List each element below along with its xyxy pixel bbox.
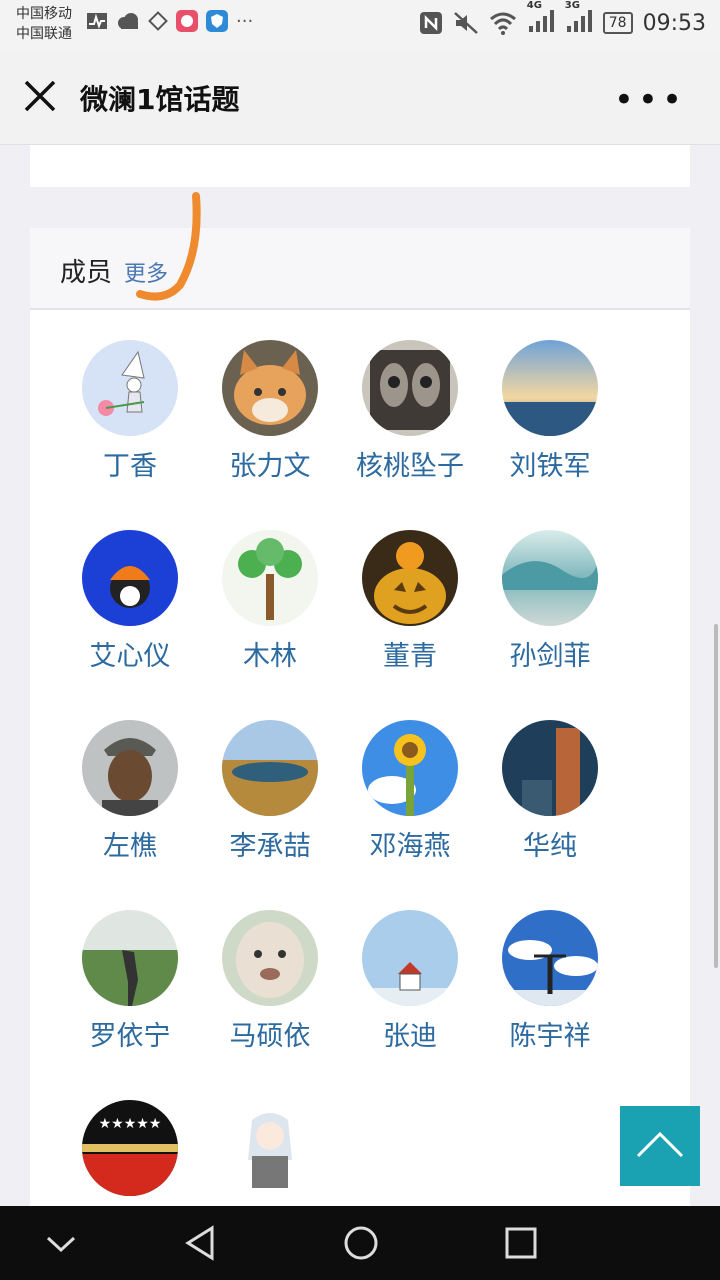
mute-icon: [453, 12, 478, 34]
member-item[interactable]: 董青: [350, 530, 470, 673]
member-name: 罗依宁: [89, 1021, 171, 1052]
signal-icon: [528, 10, 554, 32]
avatar: [82, 340, 178, 436]
signal-4g: 4G: [527, 0, 555, 38]
avatar: [362, 340, 458, 436]
system-status: 4G 3G 78 09:53: [419, 0, 706, 38]
notification-icons: ···: [86, 10, 253, 32]
avatar: [222, 340, 318, 436]
member-item[interactable]: 马硕依: [210, 910, 330, 1053]
avatar: [362, 720, 458, 816]
chevron-up-icon: [636, 1131, 684, 1158]
avatar: [222, 720, 318, 816]
collapse-icon[interactable]: [40, 1222, 82, 1264]
cloud-icon: [118, 13, 138, 29]
member-item[interactable]: 核桃坠子: [350, 340, 470, 483]
members-header: 成员 更多: [30, 228, 690, 310]
signal-icon: [566, 10, 592, 32]
member-item[interactable]: 孙剑菲: [490, 530, 610, 673]
status-bar: 中国移动 中国联通 ··· 4G 3G 78 09:53: [0, 0, 720, 50]
member-name: 木林: [243, 641, 297, 672]
clock: 09:53: [642, 10, 706, 36]
avatar: [82, 720, 178, 816]
recents-icon[interactable]: [500, 1222, 542, 1264]
navigation-bar: 微澜1馆话题 •••: [0, 50, 720, 145]
back-icon[interactable]: [180, 1222, 222, 1264]
avatar: [502, 340, 598, 436]
member-name: 董青: [383, 641, 437, 672]
scroll-to-top-button[interactable]: [620, 1106, 700, 1186]
member-item[interactable]: 艾心仪: [70, 530, 190, 673]
avatar: [362, 910, 458, 1006]
avatar: [222, 530, 318, 626]
member-name: 陈宇祥: [509, 1021, 591, 1052]
member-name: 李承喆: [229, 831, 311, 862]
home-icon[interactable]: [340, 1222, 382, 1264]
avatar: [222, 1100, 318, 1196]
member-name: 马硕依: [229, 1021, 311, 1052]
member-item[interactable]: 张力文: [210, 340, 330, 483]
battery-indicator: 78: [602, 12, 633, 34]
app-badge-icon: [176, 10, 198, 32]
avatar: [362, 530, 458, 626]
system-navigation-bar: [0, 1206, 720, 1280]
member-name: 孙剑菲: [509, 641, 591, 672]
member-name: 刘铁军: [509, 451, 591, 482]
members-section: 成员 更多 丁香 张力文 核桃坠子 刘铁军 艾心仪 木林 董青 孙剑菲 左樵 李…: [30, 228, 690, 1208]
member-name: 邓海燕: [369, 831, 451, 862]
avatar: [502, 720, 598, 816]
avatar: [502, 910, 598, 1006]
more-options-icon[interactable]: •••: [614, 80, 686, 120]
nfc-icon: [419, 12, 442, 34]
carrier-1: 中国移动: [16, 6, 72, 22]
svg-text:★★★★★: ★★★★★: [99, 1116, 162, 1132]
member-item[interactable]: 李承喆: [210, 720, 330, 863]
avatar: ★★★★★: [82, 1100, 178, 1196]
member-item[interactable]: 丁香: [70, 340, 190, 483]
page-title: 微澜1馆话题: [80, 83, 240, 116]
avatar: [82, 910, 178, 1006]
members-label: 成员: [60, 258, 113, 288]
signal-3g: 3G: [565, 0, 593, 38]
avatar: [222, 910, 318, 1006]
member-name: 丁香: [103, 451, 157, 482]
member-item[interactable]: ★★★★★: [70, 1100, 190, 1196]
wifi-icon: [489, 12, 516, 35]
member-name: 艾心仪: [89, 641, 171, 672]
member-item[interactable]: 刘铁军: [490, 340, 610, 483]
member-item[interactable]: [210, 1100, 330, 1196]
close-icon[interactable]: [22, 78, 58, 114]
member-name: 左樵: [103, 831, 157, 862]
member-item[interactable]: 华纯: [490, 720, 610, 863]
avatar: [502, 530, 598, 626]
member-name: 张力文: [229, 451, 311, 482]
app-icon: [148, 11, 168, 31]
member-item[interactable]: 陈宇祥: [490, 910, 610, 1053]
more-notifications-icon: ···: [236, 10, 254, 32]
content-card: [30, 145, 690, 187]
member-name: 张迪: [383, 1021, 437, 1052]
activity-icon: [87, 13, 107, 29]
carrier-2: 中国联通: [16, 26, 72, 42]
member-item[interactable]: 张迪: [350, 910, 470, 1053]
annotation-stroke: [136, 192, 201, 301]
member-item[interactable]: 左樵: [70, 720, 190, 863]
shield-app-icon: [206, 10, 228, 32]
member-item[interactable]: 木林: [210, 530, 330, 673]
member-name: 核桃坠子: [356, 451, 464, 482]
scrollbar[interactable]: [714, 624, 718, 968]
member-item[interactable]: 邓海燕: [350, 720, 470, 863]
member-name: 华纯: [523, 831, 577, 862]
member-item[interactable]: 罗依宁: [70, 910, 190, 1053]
carrier-info: 中国移动 中国联通: [16, 4, 72, 44]
avatar: [82, 530, 178, 626]
